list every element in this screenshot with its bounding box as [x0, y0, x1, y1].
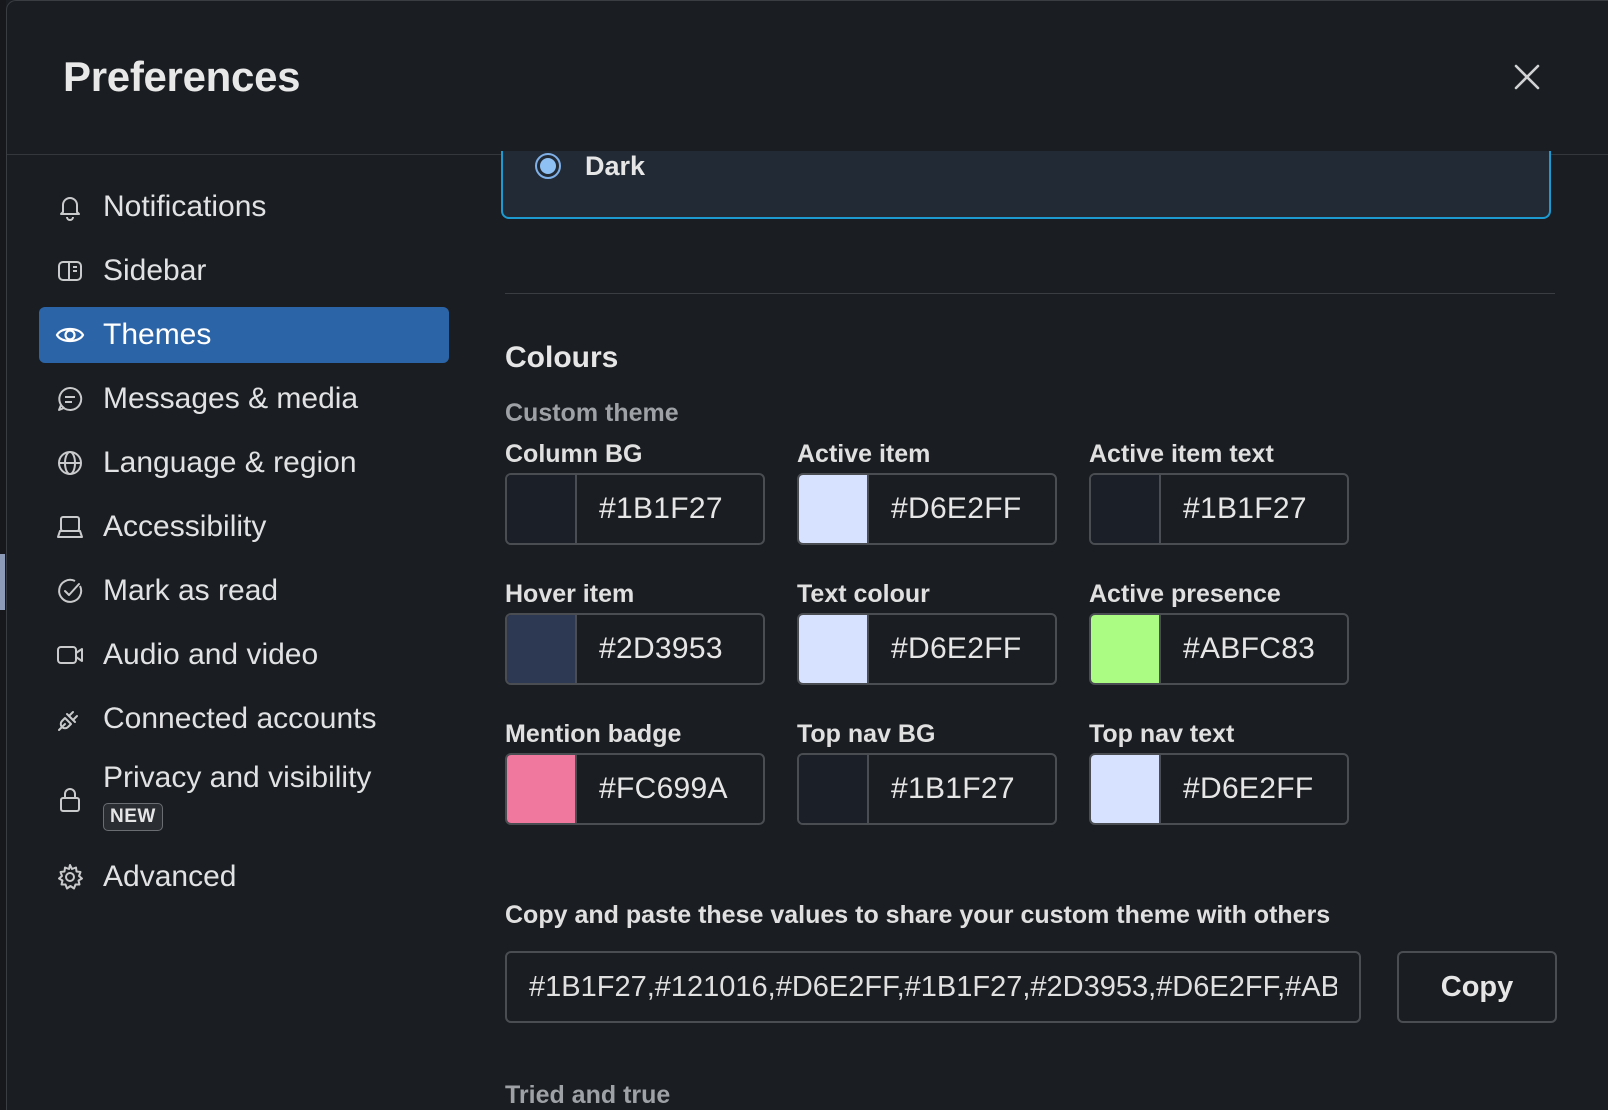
- colour-input[interactable]: #D6E2FF: [1089, 753, 1349, 825]
- nav-item-connected-accounts[interactable]: Connected accounts: [39, 691, 449, 747]
- colour-swatch[interactable]: [799, 475, 869, 543]
- colour-field-label: Text colour: [797, 580, 930, 608]
- colour-hex-value[interactable]: #D6E2FF: [869, 615, 1055, 683]
- nav-item-messages-media[interactable]: Messages & media: [39, 371, 449, 427]
- copy-button[interactable]: Copy: [1397, 951, 1557, 1023]
- colour-hex-value[interactable]: #1B1F27: [1161, 475, 1347, 543]
- colour-field-active-presence: Active presence #ABFC83: [1089, 579, 1349, 685]
- privacy-label-group: Privacy and visibility NEW: [103, 761, 371, 831]
- colour-hex-value[interactable]: #ABFC83: [1161, 615, 1347, 683]
- lock-icon: [55, 785, 85, 815]
- section-divider: [505, 293, 1555, 294]
- custom-theme-label: Custom theme: [505, 399, 679, 427]
- preferences-nav: Notifications Sidebar Themes Messages & …: [39, 179, 449, 913]
- colour-swatch[interactable]: [507, 755, 577, 823]
- preferences-dialog: Preferences Notifications Sidebar Themes…: [6, 0, 1608, 1110]
- share-theme-input[interactable]: [505, 951, 1361, 1023]
- close-button[interactable]: [1507, 57, 1547, 97]
- dialog-title: Preferences: [63, 53, 301, 100]
- dialog-header: Preferences: [7, 1, 1608, 155]
- colour-field-label: Top nav BG: [797, 720, 936, 748]
- share-theme-label: Copy and paste these values to share you…: [505, 901, 1331, 929]
- colour-swatch[interactable]: [507, 615, 577, 683]
- colour-swatch[interactable]: [799, 615, 869, 683]
- theme-radio-dark[interactable]: [535, 153, 561, 179]
- colour-field-label: Column BG: [505, 440, 643, 468]
- nav-label: Privacy and visibility: [103, 761, 372, 794]
- colours-heading: Colours: [505, 341, 619, 374]
- check-circle-icon: [55, 576, 85, 606]
- nav-label: Advanced: [103, 860, 237, 893]
- nav-label: Audio and video: [103, 638, 319, 671]
- colour-swatch[interactable]: [1091, 755, 1161, 823]
- gear-icon: [55, 862, 85, 892]
- nav-item-notifications[interactable]: Notifications: [39, 179, 449, 235]
- colour-hex-value[interactable]: #2D3953: [577, 615, 763, 683]
- nav-item-audio-video[interactable]: Audio and video: [39, 627, 449, 683]
- colour-field-label: Active presence: [1089, 580, 1281, 608]
- nav-label: Notifications: [103, 190, 267, 223]
- nav-item-mark-as-read[interactable]: Mark as read: [39, 563, 449, 619]
- colour-swatch[interactable]: [1091, 615, 1161, 683]
- close-icon: [1514, 64, 1540, 90]
- colour-input[interactable]: #FC699A: [505, 753, 765, 825]
- colour-field-label: Hover item: [505, 580, 635, 608]
- colour-field-label: Active item: [797, 440, 931, 468]
- colour-input[interactable]: #ABFC83: [1089, 613, 1349, 685]
- nav-label: Sidebar: [103, 254, 207, 287]
- colour-input[interactable]: #D6E2FF: [797, 473, 1057, 545]
- colour-field-hover-item: Hover item #2D3953: [505, 579, 765, 685]
- nav-item-accessibility[interactable]: Accessibility: [39, 499, 449, 555]
- colour-field-active-item-text: Active item text #1B1F27: [1089, 439, 1349, 545]
- nav-item-advanced[interactable]: Advanced: [39, 849, 449, 905]
- nav-label: Themes: [103, 318, 212, 351]
- colour-hex-value[interactable]: #D6E2FF: [1161, 755, 1347, 823]
- colour-input[interactable]: #D6E2FF: [797, 613, 1057, 685]
- themes-content: Dark Colours Custom theme Column BG #1B1…: [501, 151, 1557, 1110]
- theme-option-dark[interactable]: Dark: [501, 151, 1551, 219]
- nav-item-privacy-visibility[interactable]: Privacy and visibility NEW: [39, 755, 449, 841]
- eye-icon: [55, 320, 85, 350]
- colour-field-label: Mention badge: [505, 720, 682, 748]
- nav-item-sidebar[interactable]: Sidebar: [39, 243, 449, 299]
- sidebar-icon: [55, 256, 85, 286]
- colour-field-top-nav-text: Top nav text #D6E2FF: [1089, 719, 1349, 825]
- nav-item-themes[interactable]: Themes: [39, 307, 449, 363]
- nav-item-language-region[interactable]: Language & region: [39, 435, 449, 491]
- colour-hex-value[interactable]: #FC699A: [577, 755, 763, 823]
- colour-field-mention-badge: Mention badge #FC699A: [505, 719, 765, 825]
- colour-swatch[interactable]: [507, 475, 577, 543]
- tried-and-true-heading: Tried and true: [505, 1081, 671, 1109]
- nav-label: Accessibility: [103, 510, 267, 543]
- plug-icon: [55, 704, 85, 734]
- colour-field-label: Top nav text: [1089, 720, 1235, 748]
- colour-hex-value[interactable]: #1B1F27: [577, 475, 763, 543]
- nav-label: Mark as read: [103, 574, 279, 607]
- radio-selected-dot: [540, 158, 556, 174]
- laptop-icon: [55, 512, 85, 542]
- theme-option-label: Dark: [585, 151, 646, 181]
- video-camera-icon: [55, 640, 85, 670]
- nav-label: Language & region: [103, 446, 357, 479]
- colour-field-active-item: Active item #D6E2FF: [797, 439, 1057, 545]
- colour-field-column-bg: Column BG #1B1F27: [505, 439, 765, 545]
- colour-field-text-colour: Text colour #D6E2FF: [797, 579, 1057, 685]
- globe-icon: [55, 448, 85, 478]
- colour-input[interactable]: #1B1F27: [1089, 473, 1349, 545]
- colour-hex-value[interactable]: #1B1F27: [869, 755, 1055, 823]
- new-badge: NEW: [103, 803, 163, 831]
- colour-field-top-nav-bg: Top nav BG #1B1F27: [797, 719, 1057, 825]
- colour-swatch[interactable]: [1091, 475, 1161, 543]
- colour-input[interactable]: #1B1F27: [797, 753, 1057, 825]
- colour-field-label: Active item text: [1089, 440, 1274, 468]
- colour-input[interactable]: #2D3953: [505, 613, 765, 685]
- bell-icon: [55, 192, 85, 222]
- colour-hex-value[interactable]: #D6E2FF: [869, 475, 1055, 543]
- colour-input[interactable]: #1B1F27: [505, 473, 765, 545]
- colour-swatch[interactable]: [799, 755, 869, 823]
- background-tab-marker: [0, 554, 5, 610]
- nav-label: Messages & media: [103, 382, 359, 415]
- nav-label: Connected accounts: [103, 702, 377, 735]
- message-icon: [55, 384, 85, 414]
